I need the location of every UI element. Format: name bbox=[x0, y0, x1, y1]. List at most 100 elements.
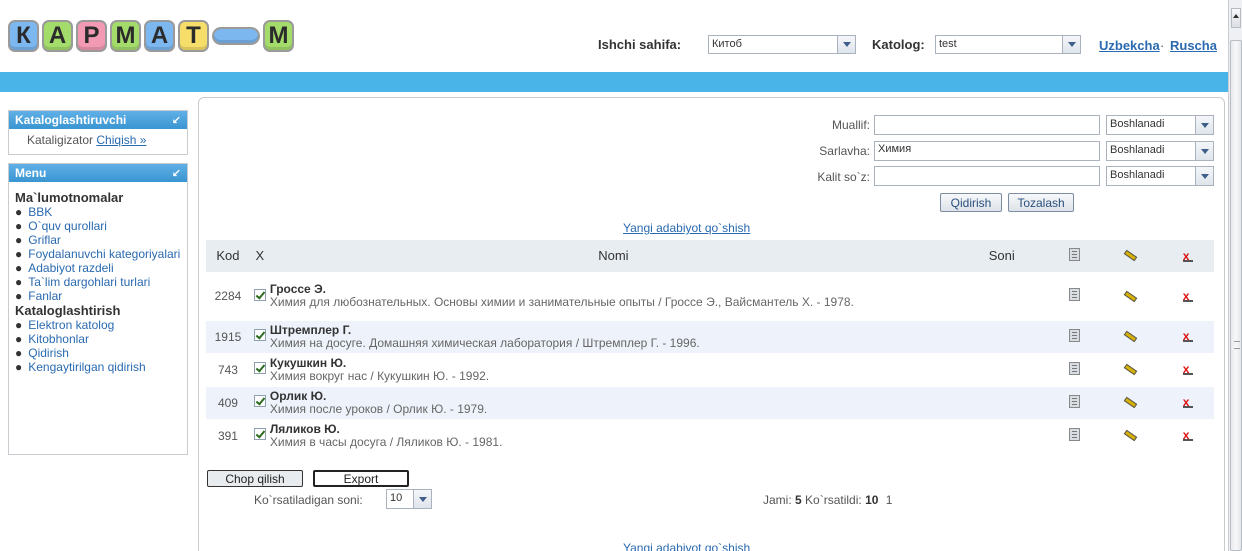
chevron-down-icon[interactable] bbox=[1195, 116, 1213, 134]
chevron-down-icon[interactable] bbox=[413, 490, 431, 508]
collapse-arrow-icon[interactable]: ↙ bbox=[172, 114, 181, 127]
scrollbar-thumb[interactable] bbox=[1230, 40, 1242, 551]
page-number[interactable]: 1 bbox=[886, 493, 893, 507]
sarlavha-label: Sarlavha: bbox=[819, 144, 870, 158]
cell-soni bbox=[956, 418, 1047, 452]
ishchi-sahifa-value: Китоб bbox=[712, 38, 742, 50]
row-checkbox[interactable] bbox=[253, 395, 266, 407]
menu-item-qidirish[interactable]: ● Qidirish bbox=[9, 346, 187, 360]
edit-icon[interactable] bbox=[1123, 428, 1137, 440]
karmat-logo[interactable]: К А Р М А Т М bbox=[8, 20, 294, 52]
book-title: Химия после уроков / Орлик Ю. - 1979. bbox=[269, 401, 488, 416]
menu-item-fanlar[interactable]: ● Fanlar bbox=[9, 289, 187, 303]
sarlavha-mode-select[interactable]: Boshlanadi bbox=[1106, 141, 1214, 161]
menu-item-kitobhonlar[interactable]: ● Kitobhonlar bbox=[9, 332, 187, 346]
delete-icon[interactable]: x bbox=[1179, 290, 1194, 304]
chevron-down-icon[interactable] bbox=[1195, 142, 1213, 160]
table-row[interactable]: 743 Кукушкин Ю. Химия вокруг нас / Кукуш… bbox=[206, 352, 1214, 386]
logout-link[interactable]: Chiqish » bbox=[96, 133, 146, 147]
print-button[interactable]: Chop qilish bbox=[207, 470, 303, 487]
delete-icon[interactable]: x bbox=[1179, 363, 1194, 377]
results-table: Kod X Nomi Soni x 2284 Гроссе Э. Химия д… bbox=[206, 240, 1214, 452]
menu-panel-title: Menu bbox=[15, 166, 47, 180]
collapse-arrow-icon[interactable]: ↙ bbox=[172, 167, 181, 180]
add-literature-link[interactable]: Yangi adabiyot qo`shish bbox=[623, 221, 750, 235]
edit-icon[interactable] bbox=[1123, 329, 1137, 341]
delete-icon: x bbox=[1179, 250, 1194, 264]
cell-nomi: Кукушкин Ю. Химия вокруг нас / Кукушкин … bbox=[269, 352, 957, 386]
katolog-label: Katolog: bbox=[872, 37, 925, 52]
cell-soni bbox=[956, 271, 1047, 320]
search-button[interactable]: Qidirish bbox=[940, 193, 1002, 212]
ishchi-sahifa-label: Ishchi sahifa: bbox=[598, 37, 682, 52]
cell-nomi: Гроссе Э. Химия для любознательных. Осно… bbox=[269, 271, 957, 320]
muallif-input[interactable] bbox=[874, 115, 1100, 135]
col-delete-header: x bbox=[1158, 240, 1214, 272]
edit-icon[interactable] bbox=[1123, 362, 1137, 374]
muallif-mode-select[interactable]: Boshlanadi bbox=[1106, 115, 1214, 135]
table-row[interactable]: 2284 Гроссе Э. Химия для любознательных.… bbox=[206, 271, 1214, 320]
table-row[interactable]: 409 Орлик Ю. Химия после уроков / Орлик … bbox=[206, 385, 1214, 419]
menu-group-malumotnomalar: Ma`lumotnomalar bbox=[15, 190, 124, 205]
vertical-scrollbar[interactable] bbox=[1228, 0, 1242, 551]
chevron-down-icon[interactable] bbox=[837, 36, 855, 53]
scroll-up-icon[interactable] bbox=[1231, 8, 1241, 28]
table-row[interactable]: 391 Ляликов Ю. Химия в часы досуга / Лял… bbox=[206, 418, 1214, 452]
col-x-header[interactable]: X bbox=[249, 240, 270, 272]
delete-icon[interactable]: x bbox=[1179, 429, 1194, 443]
copy-icon bbox=[1068, 247, 1080, 261]
cell-kod: 2284 bbox=[206, 271, 250, 320]
col-soni-header[interactable]: Soni bbox=[956, 240, 1047, 272]
top-blue-bar bbox=[0, 72, 1228, 92]
cell-soni bbox=[956, 319, 1047, 353]
kalit-soz-mode-select[interactable]: Boshlanadi bbox=[1106, 166, 1214, 186]
delete-icon[interactable]: x bbox=[1179, 396, 1194, 410]
ishchi-sahifa-select[interactable]: Китоб bbox=[708, 35, 856, 54]
clear-button[interactable]: Tozalash bbox=[1008, 193, 1074, 212]
book-author: Штремплер Г. bbox=[269, 322, 352, 337]
menu-item-kengaytirilgan-qidirish[interactable]: ● Kengaytirilgan qidirish bbox=[9, 360, 187, 374]
menu-item-oquv-qurollari[interactable]: ● O`quv qurollari bbox=[9, 219, 187, 233]
chevron-down-icon[interactable] bbox=[1195, 167, 1213, 185]
page-size-select[interactable]: 10 bbox=[386, 489, 432, 509]
table-row[interactable]: 1915 Штремплер Г. Химия на досуге. Домаш… bbox=[206, 319, 1214, 353]
sarlavha-input[interactable]: Химия bbox=[874, 141, 1100, 161]
menu-panel-header[interactable]: Menu ↙ bbox=[9, 164, 187, 182]
pagination-summary: Jami: 5 Ko`rsatildi: 10 1 bbox=[763, 493, 892, 507]
kalit-soz-input[interactable] bbox=[874, 166, 1100, 186]
jami-value: 5 bbox=[795, 493, 802, 507]
copy-icon[interactable] bbox=[1068, 328, 1080, 342]
add-literature-link-bottom[interactable]: Yangi adabiyot qo`shish bbox=[623, 541, 750, 551]
copy-icon[interactable] bbox=[1068, 427, 1080, 441]
cataloguer-panel-header[interactable]: Kataloglashtiruvchi ↙ bbox=[9, 111, 187, 129]
logo-tile: М bbox=[263, 20, 294, 52]
edit-icon[interactable] bbox=[1123, 289, 1137, 301]
book-title: Химия для любознательных. Основы химии и… bbox=[269, 295, 854, 309]
col-kod-header[interactable]: Kod bbox=[206, 240, 250, 272]
chevron-down-icon[interactable] bbox=[1062, 36, 1080, 53]
lang-ruscha-link[interactable]: Ruscha bbox=[1170, 38, 1217, 53]
edit-icon[interactable] bbox=[1123, 395, 1137, 407]
row-checkbox[interactable] bbox=[253, 288, 266, 301]
menu-item-foydalanuvchi-kategoriyalari[interactable]: ● Foydalanuvchi kategoriyalari bbox=[9, 247, 187, 261]
katolog-select[interactable]: test bbox=[935, 35, 1081, 54]
katolog-value: test bbox=[939, 38, 957, 50]
row-checkbox[interactable] bbox=[253, 329, 266, 341]
menu-item-elektron-katolog[interactable]: ● Elektron katolog bbox=[9, 318, 187, 332]
row-checkbox[interactable] bbox=[253, 428, 266, 441]
copy-icon[interactable] bbox=[1068, 361, 1080, 375]
copy-icon[interactable] bbox=[1068, 394, 1080, 408]
menu-item-bbk[interactable]: ● BBK bbox=[9, 205, 187, 219]
col-nomi-header[interactable]: Nomi bbox=[269, 240, 957, 272]
menu-item-talim-dargohlari[interactable]: ● Ta`lim dargohlari turlari bbox=[9, 275, 187, 289]
menu-item-griflar[interactable]: ● Griflar bbox=[9, 233, 187, 247]
book-author: Кукушкин Ю. bbox=[269, 355, 347, 370]
kalit-soz-label: Kalit so`z: bbox=[817, 170, 870, 184]
menu-item-adabiyot-razdeli[interactable]: ● Adabiyot razdeli bbox=[9, 261, 187, 275]
row-checkbox[interactable] bbox=[253, 362, 266, 374]
shown-value: 10 bbox=[865, 493, 879, 507]
export-button[interactable]: Export bbox=[313, 470, 409, 487]
copy-icon[interactable] bbox=[1068, 288, 1080, 301]
lang-uzbekcha-link[interactable]: Uzbekcha bbox=[1099, 38, 1160, 53]
delete-icon[interactable]: x bbox=[1179, 330, 1194, 344]
